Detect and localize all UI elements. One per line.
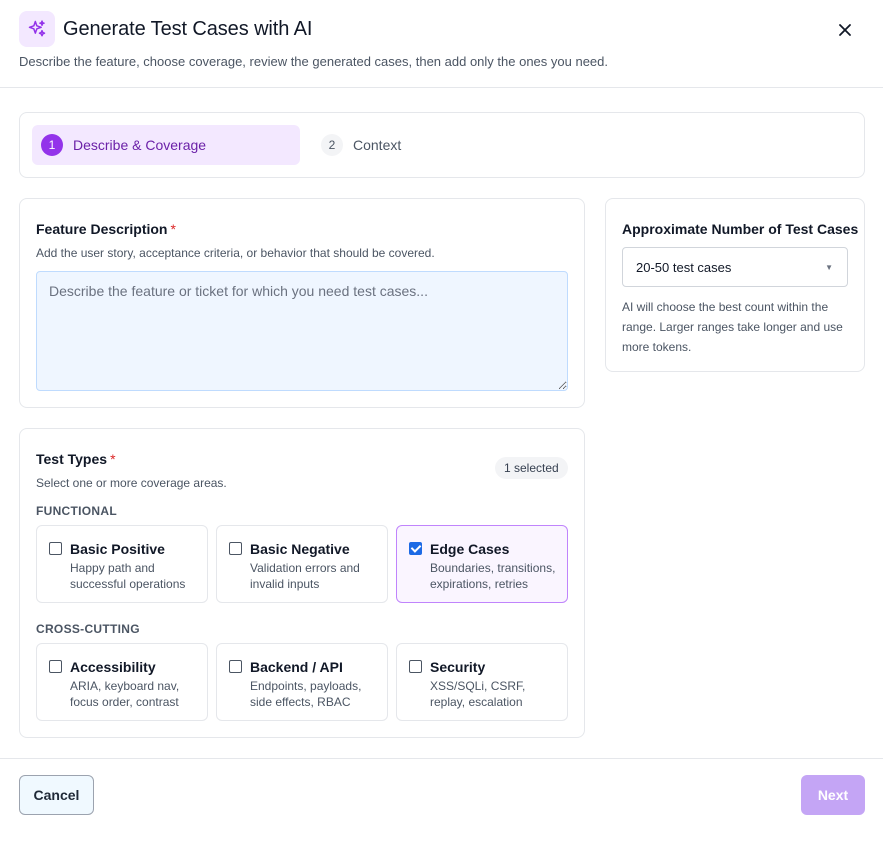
test-types-card: Test Types * 1 selected Select one or mor… (19, 428, 585, 738)
test-types-help: Select one or more coverage areas. (36, 476, 227, 490)
step-label: Context (353, 137, 402, 153)
step-describe-coverage[interactable]: 1 Describe & Coverage (32, 125, 300, 165)
test-types-label-text: Test Types (36, 451, 108, 467)
option-title: Basic Positive (70, 541, 165, 557)
option-basic-negative[interactable]: Basic Negative Validation errors and inv… (216, 525, 388, 603)
section-title-functional: FUNCTIONAL (36, 504, 117, 518)
feature-description-help: Add the user story, acceptance criteria,… (36, 246, 435, 260)
option-description: Validation errors and invalid inputs (250, 561, 360, 591)
feature-description-label-text: Feature Description (36, 221, 168, 237)
footer-divider (0, 758, 883, 759)
cancel-button[interactable]: Cancel (19, 775, 94, 815)
option-basic-positive[interactable]: Basic Positive Happy path and successful… (36, 525, 208, 603)
feature-description-card: Feature Description * Add the user story,… (19, 198, 585, 408)
test-case-count-card: Approximate Number of Test Cases 20-50 t… (605, 198, 865, 372)
step-context[interactable]: 2 Context (312, 125, 432, 165)
dialog-title: Generate Test Cases with AI (63, 18, 313, 40)
feature-description-input[interactable] (36, 271, 568, 391)
dialog-header: Generate Test Cases with AI Describe the… (0, 0, 883, 88)
option-description: Endpoints, payloads, side effects, RBAC (250, 679, 362, 709)
required-mark: * (110, 451, 116, 467)
close-icon[interactable] (833, 18, 857, 42)
checkbox[interactable] (229, 660, 242, 673)
option-description: ARIA, keyboard nav, focus order, contras… (70, 679, 180, 709)
test-case-count-help: AI will choose the best count within the… (622, 300, 843, 354)
option-title: Accessibility (70, 659, 156, 675)
step-number: 1 (41, 134, 63, 156)
option-description: Boundaries, transitions, expirations, re… (430, 561, 556, 591)
option-title: Security (430, 659, 486, 675)
checkbox[interactable] (409, 660, 422, 673)
test-case-count-value: 20-50 test cases (636, 259, 732, 275)
checkbox[interactable] (49, 542, 62, 555)
option-accessibility[interactable]: Accessibility ARIA, keyboard nav, focus … (36, 643, 208, 721)
checkbox[interactable] (229, 542, 242, 555)
checkbox-checked[interactable] (409, 542, 422, 555)
required-mark: * (170, 221, 176, 237)
chevron-down-icon: ▼ (825, 263, 833, 272)
sparkles-icon (19, 11, 55, 47)
next-button[interactable]: Next (801, 775, 865, 815)
option-security[interactable]: Security XSS/SQLi, CSRF, replay, escalat… (396, 643, 568, 721)
test-case-count-select[interactable]: 20-50 test cases ▼ (622, 247, 848, 287)
feature-description-label: Feature Description * (36, 221, 176, 237)
option-title: Backend / API (250, 659, 343, 675)
checkbox[interactable] (49, 660, 62, 673)
test-types-label: Test Types * (36, 451, 116, 467)
option-description: Happy path and successful operations (70, 561, 186, 591)
test-case-count-label: Approximate Number of Test Cases (622, 221, 859, 237)
selected-count-badge: 1 selected (495, 457, 568, 479)
option-title: Basic Negative (250, 541, 350, 557)
option-edge-cases[interactable]: Edge Cases Boundaries, transitions, expi… (396, 525, 568, 603)
section-title-cross-cutting: CROSS-CUTTING (36, 622, 140, 636)
step-label: Describe & Coverage (73, 137, 207, 153)
option-description: XSS/SQLi, CSRF, replay, escalation (430, 679, 526, 709)
option-backend-api[interactable]: Backend / API Endpoints, payloads, side … (216, 643, 388, 721)
stepper: 1 Describe & Coverage 2 Context (19, 112, 865, 178)
option-title: Edge Cases (430, 541, 510, 557)
dialog-subtitle: Describe the feature, choose coverage, r… (19, 54, 608, 69)
step-number: 2 (321, 134, 343, 156)
